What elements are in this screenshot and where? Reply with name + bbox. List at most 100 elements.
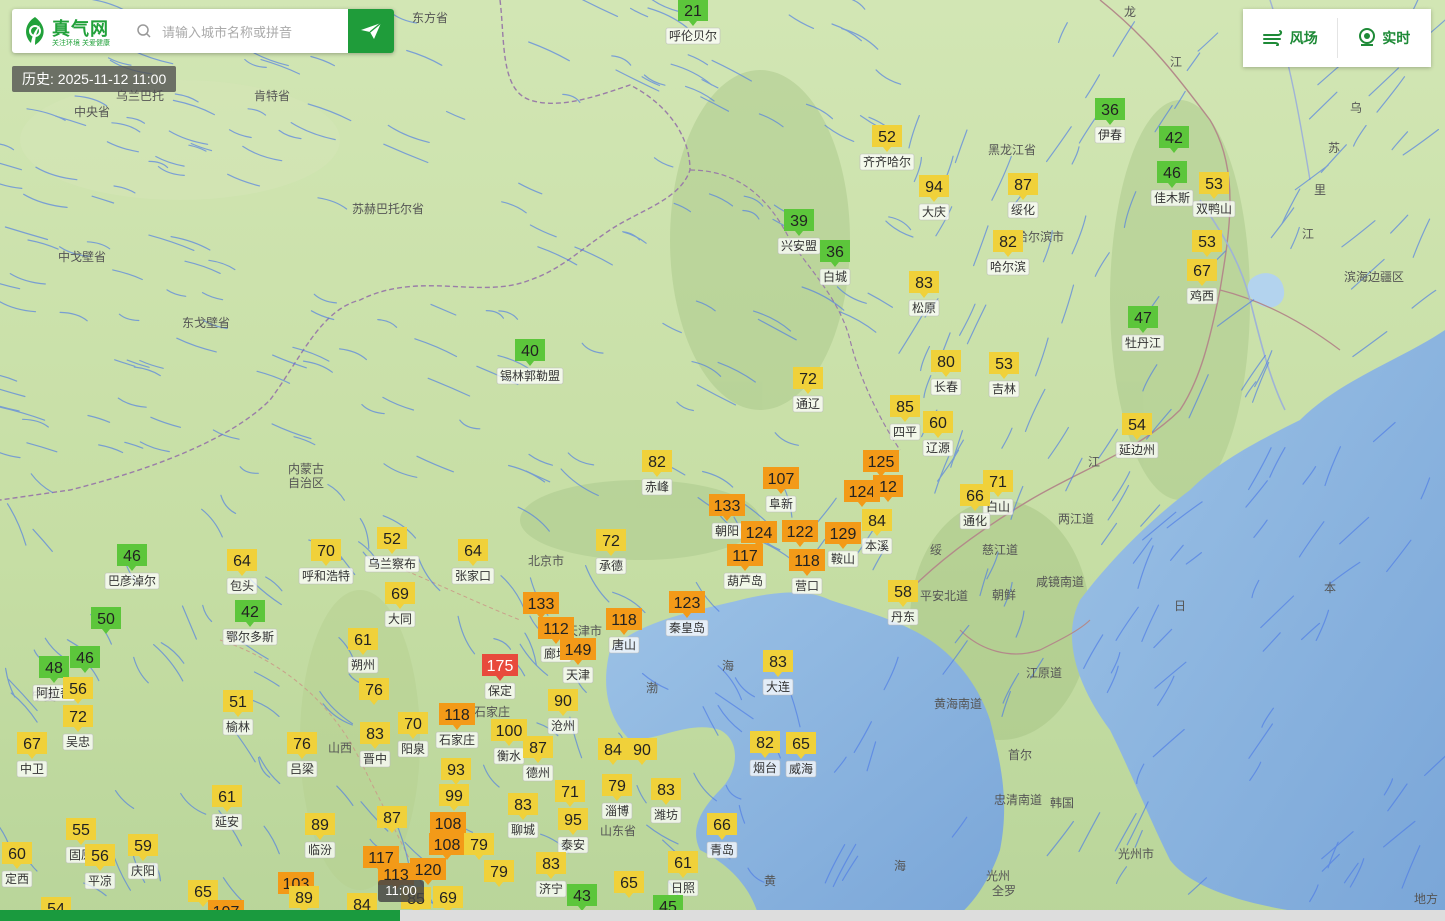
city-name: 张家口 <box>455 568 491 583</box>
aqi-value: 65 <box>620 875 638 892</box>
city-name: 鞍山 <box>831 551 855 566</box>
city-name: 石家庄 <box>439 732 475 747</box>
aqi-value: 89 <box>311 817 329 834</box>
aqi-value: 82 <box>756 735 774 752</box>
aqi-value: 118 <box>794 553 820 570</box>
aqi-value: 54 <box>1128 417 1146 434</box>
aqi-value: 83 <box>915 275 933 292</box>
search-input[interactable] <box>160 18 344 46</box>
city-name: 衡水 <box>497 749 521 763</box>
city-name: 呼伦贝尔 <box>669 28 717 43</box>
aqi-value: 123 <box>674 595 701 612</box>
aqi-value: 94 <box>925 179 943 196</box>
aqi-value: 21 <box>684 3 702 20</box>
aqi-value: 53 <box>1205 176 1223 193</box>
aqi-value: 46 <box>1163 165 1181 182</box>
city-name: 伊春 <box>1098 128 1122 142</box>
city-name: 烟台 <box>753 760 777 775</box>
send-icon <box>361 22 382 39</box>
region-label: 肯特省 <box>254 88 290 103</box>
region-label: 首尔 <box>1008 747 1032 762</box>
city-name: 松原 <box>912 301 936 315</box>
aqi-value: 70 <box>317 543 335 560</box>
aqi-value: 67 <box>23 736 41 753</box>
aqi-value: 50 <box>97 611 115 628</box>
aqi-value: 112 <box>543 621 569 638</box>
region-label: 海 <box>894 858 906 873</box>
search-button[interactable] <box>348 9 394 53</box>
city-name: 吕梁 <box>290 761 314 776</box>
region-label: 江 <box>1302 227 1314 241</box>
city-name: 榆林 <box>226 719 250 734</box>
region-label: 日 <box>1174 599 1186 613</box>
aqi-value: 65 <box>792 736 810 753</box>
city-name: 聊城 <box>511 823 535 837</box>
search-box: 真气网 关注环境 关爱健康 <box>12 9 394 53</box>
aqi-value: 79 <box>608 778 626 795</box>
region-label: 绥 <box>930 543 942 557</box>
region-label: 咸镜南道 <box>1036 574 1084 589</box>
aqi-value: 87 <box>383 810 401 827</box>
city-name: 日照 <box>671 881 695 895</box>
region-label: 慈江道 <box>982 542 1018 557</box>
region-label: 山西 <box>328 741 352 755</box>
aqi-value: 48 <box>45 660 63 677</box>
aqi-value: 69 <box>391 586 409 603</box>
region-label: 石家庄 <box>474 704 510 719</box>
aqi-value: 52 <box>383 531 401 548</box>
city-name: 保定 <box>488 683 512 698</box>
city-name: 鸡西 <box>1190 288 1214 303</box>
region-label: 山东省 <box>600 824 636 838</box>
region-label: 里 <box>1314 183 1326 197</box>
aqi-value: 46 <box>123 548 141 565</box>
city-name: 白城 <box>823 269 847 284</box>
aqi-value: 100 <box>496 723 523 740</box>
aqi-value: 61 <box>674 855 692 872</box>
aqi-value: 83 <box>366 726 384 743</box>
timeline-current-time[interactable]: 11:00 <box>378 880 424 902</box>
region-label: 光州 <box>986 869 1010 883</box>
app-logo[interactable]: 真气网 关注环境 关爱健康 <box>20 15 135 49</box>
city-name: 包头 <box>230 579 254 593</box>
aqi-value: 95 <box>564 812 582 829</box>
city-name: 葫芦岛 <box>727 573 763 588</box>
realtime-button[interactable]: 实时 <box>1336 18 1432 58</box>
aqi-value: 61 <box>218 789 236 806</box>
aqi-value: 60 <box>8 846 26 863</box>
map-mode-toolbar: 风场 实时 <box>1243 9 1431 67</box>
city-name: 淄博 <box>605 803 629 818</box>
city-name: 阳泉 <box>401 742 425 756</box>
city-name: 中卫 <box>20 761 44 776</box>
city-name: 营口 <box>795 579 819 593</box>
aqi-value: 52 <box>878 129 896 146</box>
city-name: 沧州 <box>551 718 575 733</box>
search-icon <box>137 24 151 38</box>
aqi-value: 60 <box>929 415 947 432</box>
region-label: 海 <box>722 658 734 673</box>
aqi-value: 72 <box>69 709 87 726</box>
city-name: 临汾 <box>308 843 332 857</box>
map-canvas[interactable]: 东方省肯特省中央省乌兰巴托苏赫巴托尔省中戈壁省东戈壁省内蒙古自治区黑龙江省哈尔滨… <box>0 0 1445 921</box>
aqi-value: 58 <box>894 584 912 601</box>
aqi-value: 66 <box>713 817 731 834</box>
city-name: 通化 <box>963 514 987 528</box>
aqi-value: 118 <box>611 612 637 629</box>
aqi-value: 53 <box>995 356 1013 373</box>
timeline-bar[interactable] <box>0 910 1445 921</box>
city-name: 潍坊 <box>654 807 678 822</box>
aqi-value: 36 <box>1101 102 1119 119</box>
wind-field-button[interactable]: 风场 <box>1243 18 1337 58</box>
region-label: 苏赫巴托尔省 <box>352 201 424 216</box>
city-name: 牡丹江 <box>1125 335 1161 350</box>
aqi-value: 43 <box>573 888 591 905</box>
aqi-value: 90 <box>554 693 572 710</box>
city-name: 大同 <box>388 612 412 626</box>
aqi-value: 67 <box>1193 263 1211 280</box>
region-label: 江 <box>1170 55 1182 69</box>
aqi-value: 72 <box>799 371 817 388</box>
region-label: 忠清南道 <box>994 792 1042 807</box>
history-time-badge: 历史: 2025-11-12 11:00 <box>12 66 177 92</box>
aqi-value: 120 <box>415 862 442 879</box>
city-name: 锡林郭勒盟 <box>500 368 560 383</box>
region-label: 黄 <box>764 874 776 888</box>
